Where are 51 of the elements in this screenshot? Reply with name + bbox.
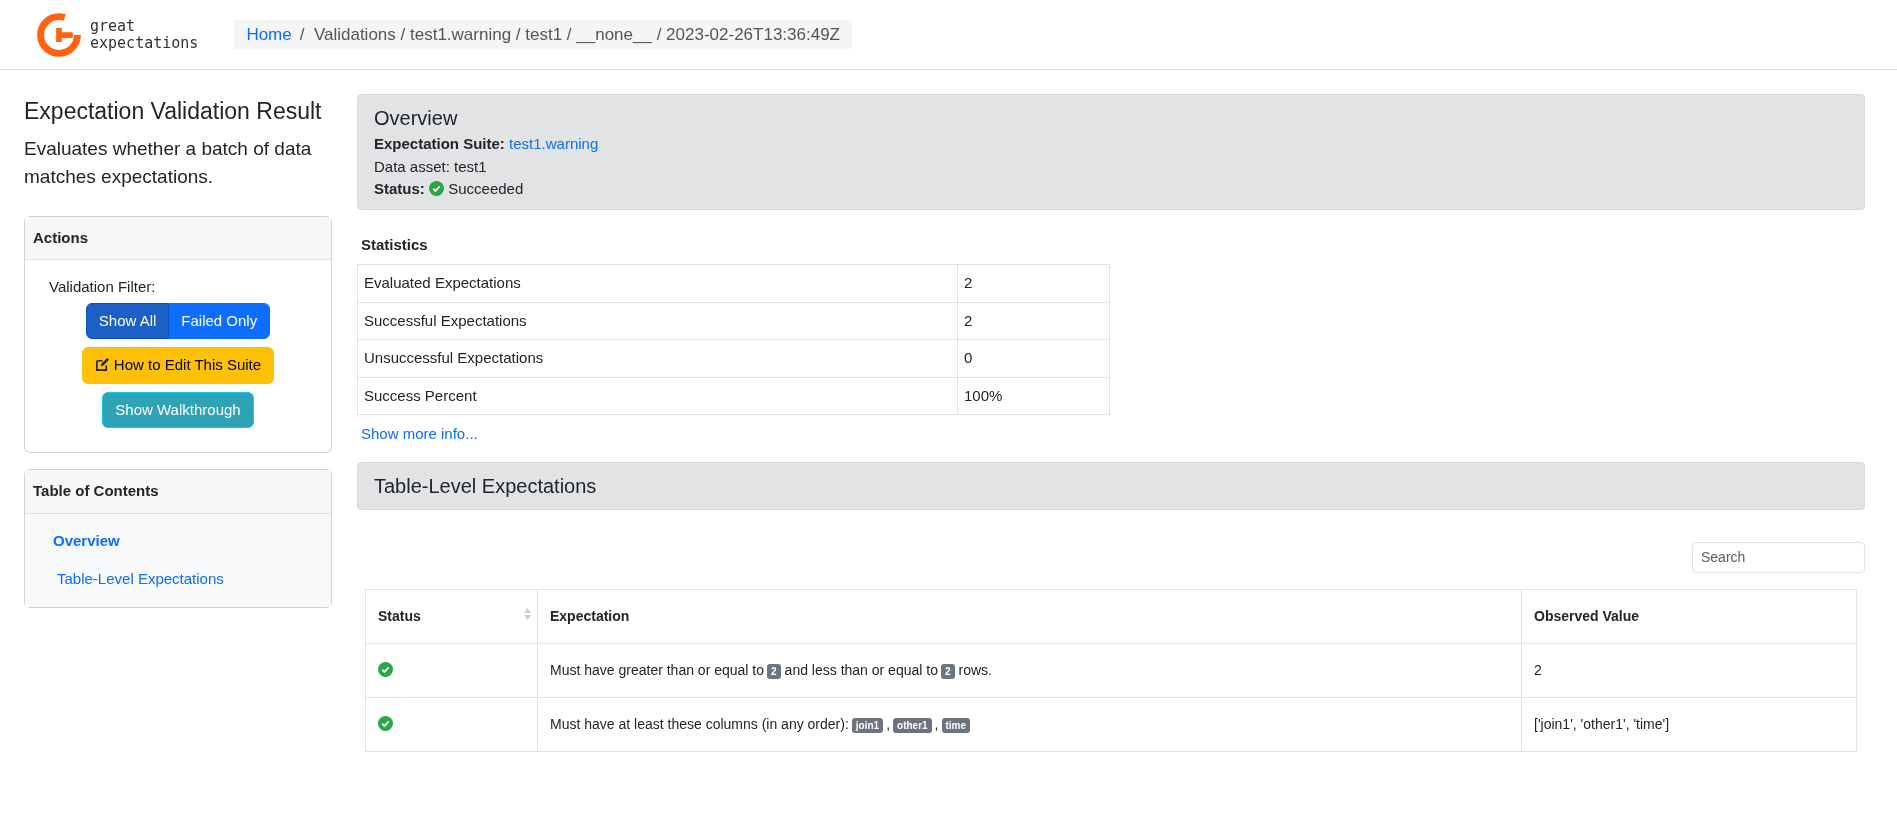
edit-suite-button[interactable]: How to Edit This Suite: [81, 347, 275, 384]
stat-label: Successful Expectations: [357, 302, 958, 340]
expectation-text: and less than or equal to: [784, 661, 938, 678]
statistics-title: Statistics: [360, 234, 429, 255]
stat-value: 2: [957, 302, 1110, 340]
status-text: Succeeded: [448, 180, 524, 197]
stat-label: Unsuccessful Expectations: [357, 339, 958, 377]
section-title: Overview: [374, 106, 459, 131]
show-more-link[interactable]: Show more info...: [357, 423, 478, 446]
brand-name: great expectations: [90, 18, 199, 51]
filter-button[interactable]: Failed Only: [168, 302, 271, 339]
stat-value: 0: [957, 339, 1110, 377]
suite-label: Expectation Suite:: [374, 135, 505, 152]
value-badge: 2: [940, 663, 955, 679]
suite-link[interactable]: test1.warning: [509, 135, 599, 152]
section-header: Table-Level Expectations: [357, 461, 1865, 510]
asset-text: Data asset: test1: [374, 156, 488, 177]
edit-icon: [94, 357, 110, 372]
walkthrough-button[interactable]: Show Walkthrough: [102, 391, 254, 428]
breadcrumb-link[interactable]: Home: [246, 24, 292, 44]
expectation-text: ,: [934, 715, 939, 732]
page-description: Evaluates whether a batch of data matches expectations.: [24, 136, 313, 189]
expectation-text: Must have greater than or equal to: [550, 661, 765, 678]
observed-value: 2: [1521, 643, 1857, 697]
logo-icon: [36, 11, 82, 58]
card-header: Table of Contents: [25, 470, 331, 514]
value-badge: join1: [851, 717, 884, 733]
sort-icon[interactable]: [524, 607, 531, 620]
stat-label: Success Percent: [357, 377, 958, 415]
stat-label: Evaluated Expectations: [357, 264, 958, 302]
value-badge: 2: [767, 663, 781, 679]
column-header[interactable]: Status: [365, 589, 538, 643]
filter-label: Validation Filter:: [48, 277, 157, 297]
expectation-text: ,: [886, 715, 891, 732]
stat-value: 100%: [957, 377, 1110, 415]
value-badge: time: [941, 717, 971, 733]
card-header: Actions: [25, 216, 331, 260]
expectation-text: Must have at least these columns (in any order):: [550, 715, 849, 732]
page-title: Expectation Validation Result: [24, 97, 323, 126]
filter-button[interactable]: Show All: [85, 302, 170, 339]
value-badge: other1: [893, 717, 932, 733]
toc-link[interactable]: Table-Level Expectations: [33, 560, 331, 599]
column-header: Observed Value: [1521, 589, 1857, 643]
search-field[interactable]: Search: [1692, 541, 1865, 573]
toc-link[interactable]: Overview: [29, 521, 331, 560]
expectation-text: rows.: [958, 661, 992, 678]
column-header: Expectation: [537, 589, 1522, 643]
status-label: Status:: [374, 180, 425, 197]
breadcrumb-text: / Validations / test1.warning / test1 / __none__ / 2023-02-26T13:36:49Z: [299, 24, 840, 44]
observed-value: ['join1', 'other1', 'time']: [1521, 697, 1857, 751]
stat-value: 2: [957, 264, 1110, 302]
